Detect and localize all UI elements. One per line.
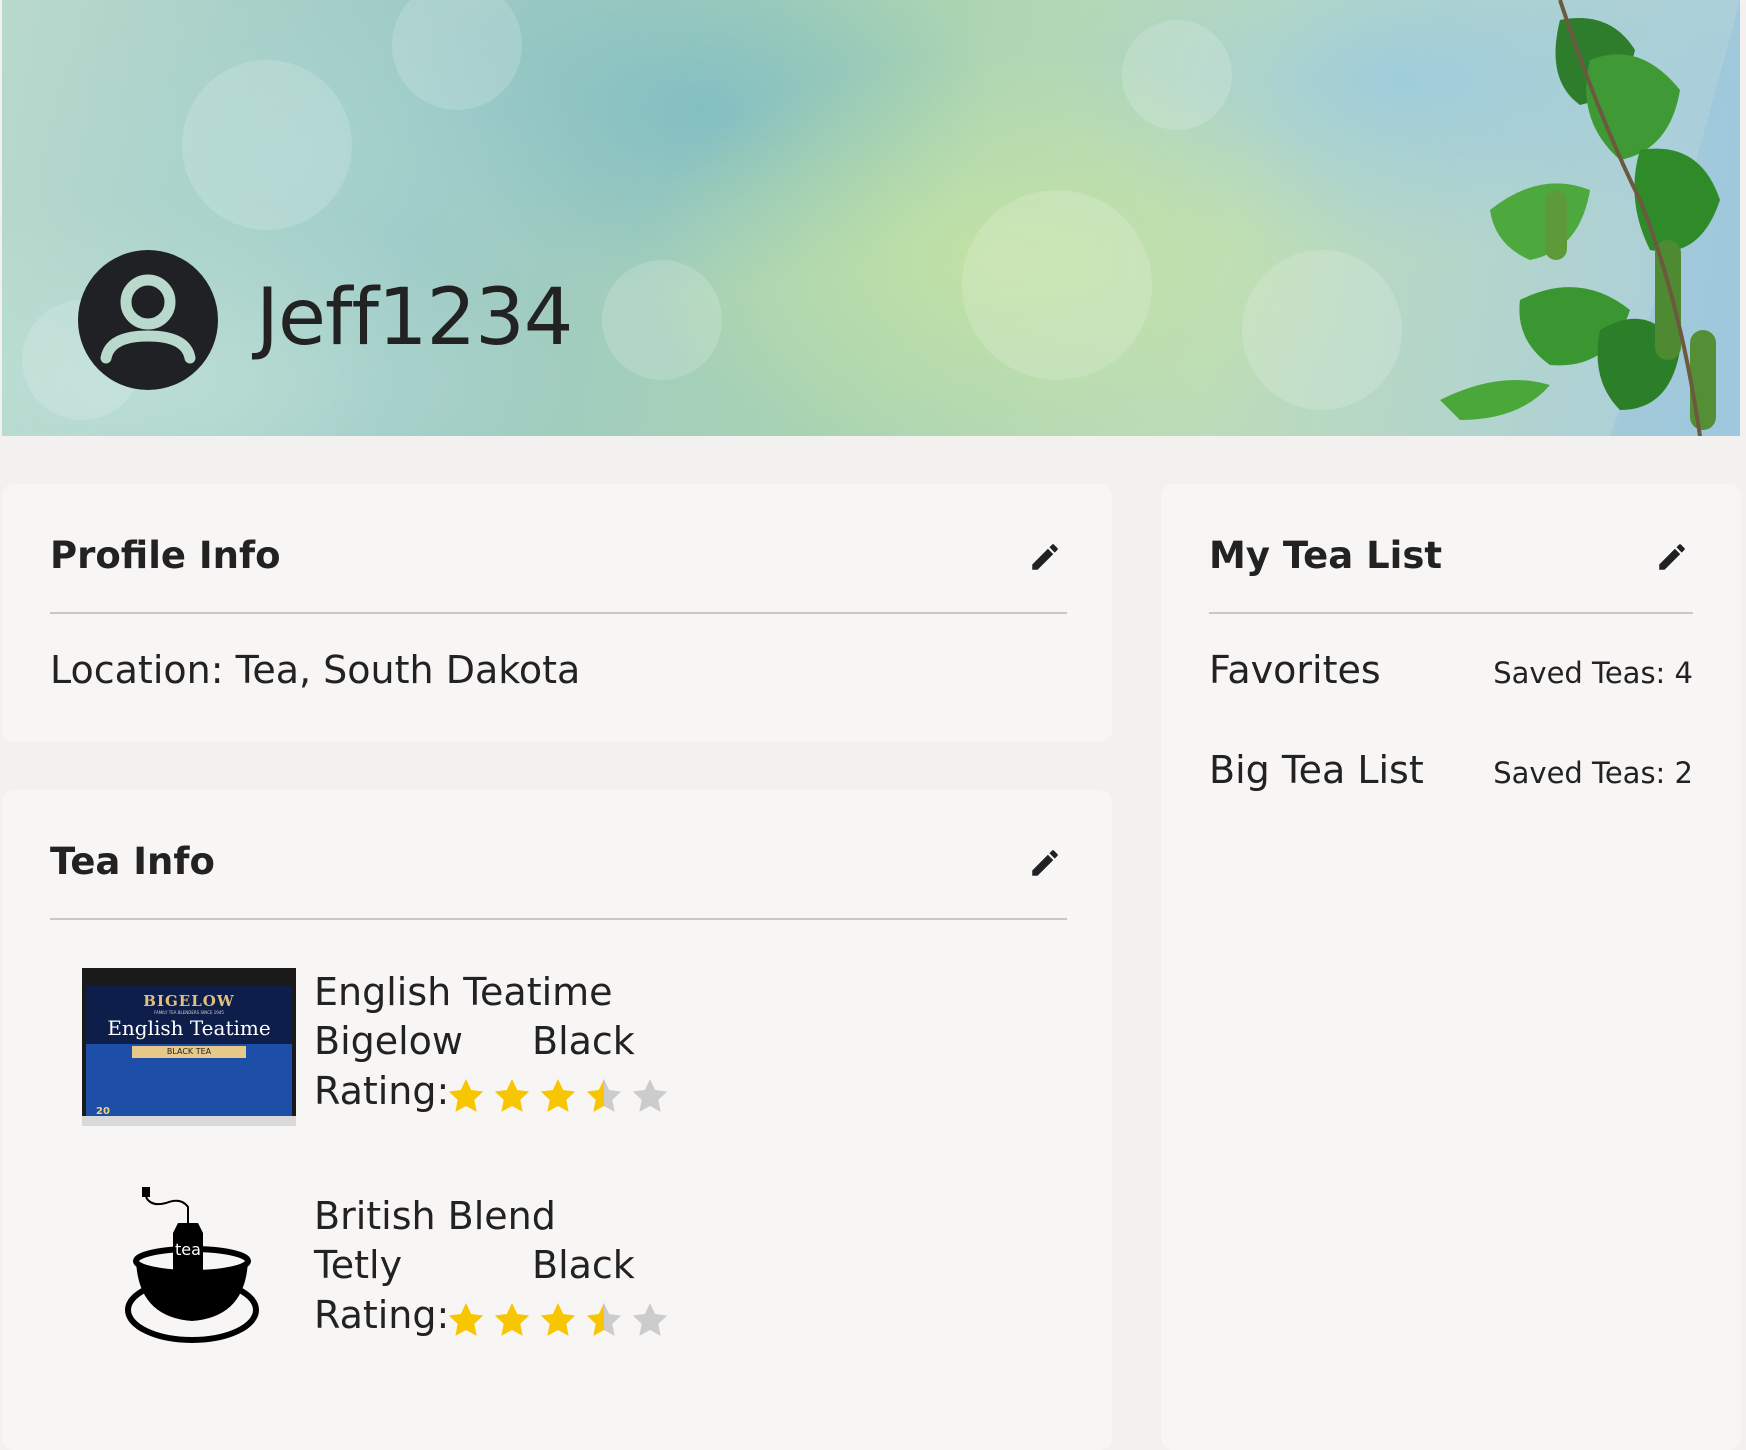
saved-count: Saved Teas: 4 xyxy=(1493,656,1693,690)
location-text: Location: Tea, South Dakota xyxy=(50,648,581,692)
star-icon xyxy=(586,1079,622,1112)
star-rating xyxy=(446,1300,670,1340)
star-icon xyxy=(586,1303,622,1336)
star-icon xyxy=(494,1303,530,1336)
tea-info-title: Tea Info xyxy=(50,840,215,883)
pencil-icon[interactable] xyxy=(1028,846,1062,880)
box-tagline-text: FAMILY TEA BLENDERS SINCE 1945 xyxy=(154,1010,224,1015)
username-heading: Jeff1234 xyxy=(256,273,573,363)
box-brand-text: BIGELOW xyxy=(143,992,235,1010)
tea-type: Black xyxy=(532,1243,635,1287)
my-tea-list-card: My Tea List Favorites Saved Teas: 4 Big … xyxy=(1161,484,1741,1450)
saved-count: Saved Teas: 2 xyxy=(1493,756,1693,790)
divider xyxy=(50,612,1067,614)
profile-banner: Jeff1234 xyxy=(2,0,1740,436)
profile-info-title: Profile Info xyxy=(50,534,281,577)
tea-info-card: Tea Info BIGELOW FAMILY TEA BLENDERS SIN… xyxy=(2,790,1112,1450)
box-name-text: English Teatime xyxy=(107,1016,271,1040)
box-type-text: BLACK TEA xyxy=(132,1046,246,1058)
star-rating xyxy=(446,1076,670,1116)
cup-label-text: tea xyxy=(175,1240,201,1259)
star-icon xyxy=(494,1079,530,1112)
teacup-icon: tea xyxy=(125,1187,259,1343)
list-name[interactable]: Favorites xyxy=(1209,648,1381,692)
my-tea-list-title: My Tea List xyxy=(1209,534,1443,577)
birch-leaves-image xyxy=(1440,0,1740,436)
tea-type: Black xyxy=(532,1019,635,1063)
rating-label: Rating: xyxy=(314,1069,450,1113)
rating-label: Rating: xyxy=(314,1293,450,1337)
star-icon xyxy=(540,1303,576,1336)
account-circle-icon xyxy=(78,250,218,390)
pencil-icon[interactable] xyxy=(1655,540,1689,574)
divider xyxy=(1209,612,1693,614)
star-icon xyxy=(632,1079,668,1112)
tea-name: British Blend xyxy=(314,1194,556,1238)
star-icon xyxy=(540,1079,576,1112)
star-icon xyxy=(632,1303,668,1336)
tea-brand: Tetly xyxy=(314,1243,403,1287)
bigelow-box-image: BIGELOW FAMILY TEA BLENDERS SINCE 1945 E… xyxy=(82,968,296,1126)
star-icon xyxy=(448,1079,484,1112)
tea-brand: Bigelow xyxy=(314,1019,464,1063)
star-icon xyxy=(448,1303,484,1336)
list-name[interactable]: Big Tea List xyxy=(1209,748,1424,792)
divider xyxy=(50,918,1067,920)
pencil-icon[interactable] xyxy=(1028,540,1062,574)
profile-info-card: Profile Info Location: Tea, South Dakota xyxy=(2,484,1112,742)
tea-name: English Teatime xyxy=(314,970,613,1014)
